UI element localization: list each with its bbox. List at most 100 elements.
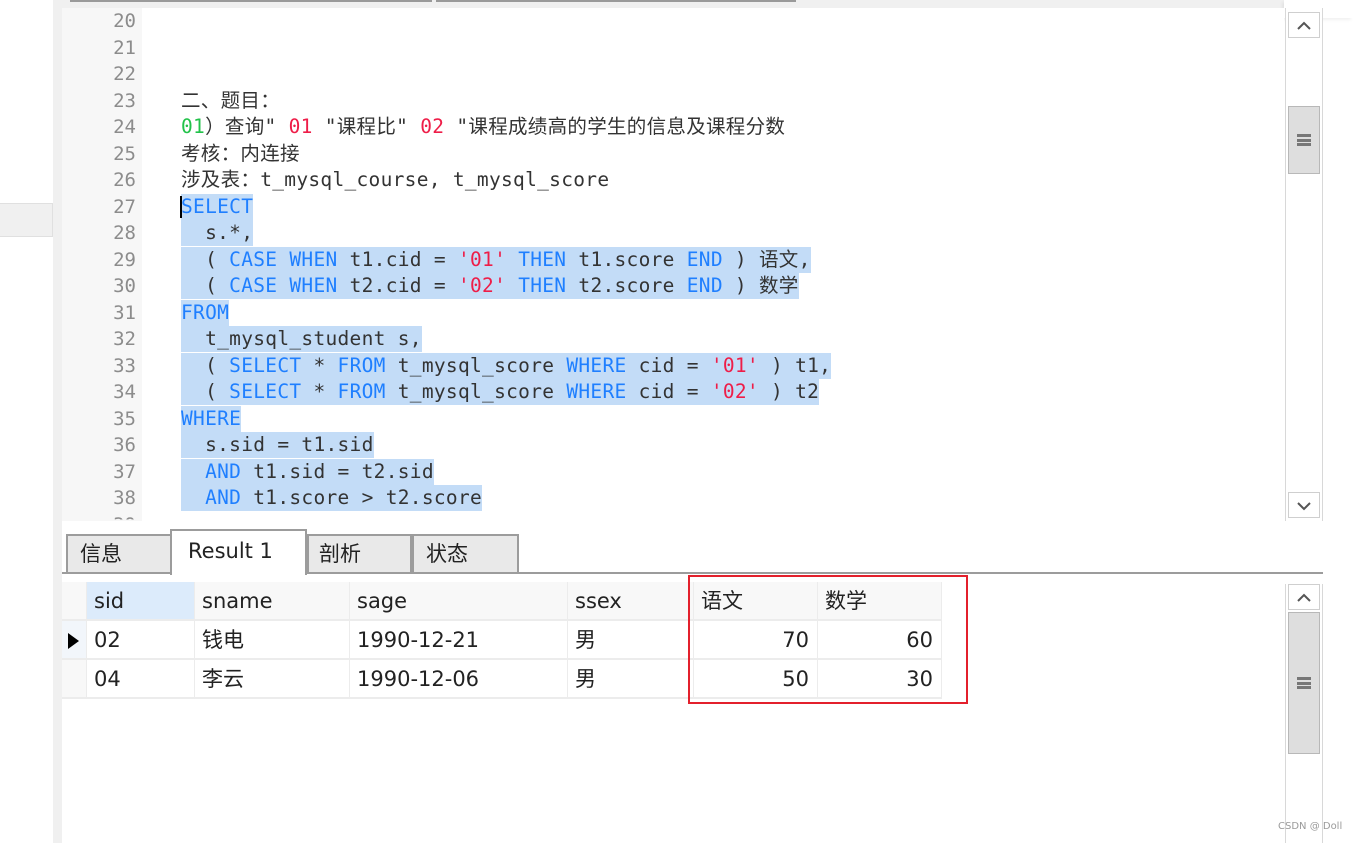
code-token: ( xyxy=(181,353,230,377)
line-number: 23 xyxy=(113,89,136,112)
code-token: t1.sid = t2.sid xyxy=(241,459,434,483)
code-line[interactable]: 27 SELECT xyxy=(62,193,1284,221)
code-line[interactable]: 39 xyxy=(62,512,1284,520)
sql-editor[interactable]: 20 21 22 23 二、题目： 24 01）查询" 01 "课程比" 02 "课程成绩高… xyxy=(62,8,1284,521)
editor-vertical-scrollbar[interactable] xyxy=(1285,8,1323,521)
annotation-highlight-box xyxy=(688,575,968,704)
code-text: WHERE xyxy=(181,405,242,432)
column-header-ssex[interactable]: ssex xyxy=(568,582,694,621)
table-cell[interactable]: 1990-12-21 xyxy=(350,621,568,660)
scroll-up-button[interactable] xyxy=(1288,584,1320,610)
sql-string: '01' xyxy=(457,247,507,271)
code-token: ）查询" xyxy=(205,115,289,138)
table-cell[interactable]: 1990-12-06 xyxy=(350,660,568,699)
line-number: 24 xyxy=(113,116,136,138)
code-token: 涉及表：t_mysql_course, t_mysql_score xyxy=(181,168,610,191)
code-line[interactable]: 37 AND t1.sid = t2.sid xyxy=(62,458,1284,486)
result-grid[interactable]: sid sname sage ssex 语文 数学 02 钱电 1990-12-… xyxy=(62,574,1284,843)
row-indicator[interactable] xyxy=(62,621,87,660)
code-token: 02 xyxy=(420,115,445,138)
column-header-sname[interactable]: sname xyxy=(195,582,350,621)
table-cell[interactable]: 男 xyxy=(568,621,694,660)
code-text: ( SELECT * FROM t_mysql_score WHERE cid … xyxy=(181,352,832,379)
table-cell[interactable]: 男 xyxy=(568,660,694,699)
tab-label: Result 1 xyxy=(188,539,273,563)
code-token: t1.cid = xyxy=(337,247,458,271)
code-line[interactable]: 38 AND t1.score > t2.score xyxy=(62,485,1284,512)
chevron-up-icon xyxy=(1297,593,1311,602)
code-text: ( SELECT * FROM t_mysql_score WHERE cid … xyxy=(181,379,820,405)
code-line[interactable]: 31 FROM xyxy=(62,299,1284,327)
code-token: t2.cid = xyxy=(337,274,458,297)
line-number: 28 xyxy=(113,222,136,244)
left-panel-item[interactable] xyxy=(0,203,53,237)
code-line[interactable]: 35 WHERE xyxy=(62,405,1284,433)
code-text: s.*, xyxy=(181,220,254,246)
code-line[interactable]: 26 涉及表：t_mysql_course, t_mysql_score xyxy=(62,167,1284,194)
scroll-thumb[interactable] xyxy=(1288,106,1320,174)
code-line[interactable]: 22 xyxy=(62,61,1284,88)
code-token: ) t2 xyxy=(758,380,820,403)
code-line[interactable]: 29 ( CASE WHEN t1.cid = '01' THEN t1.sco… xyxy=(62,246,1284,274)
tab-label: 状态 xyxy=(426,542,468,566)
code-token: ) 语文, xyxy=(722,247,811,271)
code-line[interactable]: 20 xyxy=(62,8,1284,35)
scroll-up-button[interactable] xyxy=(1288,12,1320,38)
code-line[interactable]: 24 01）查询" 01 "课程比" 02 "课程成绩高的学生的信息及课程分数 xyxy=(62,114,1284,141)
code-line[interactable]: 32 t_mysql_student s, xyxy=(62,326,1284,353)
sql-keyword: WHERE xyxy=(181,406,242,430)
code-token: cid = xyxy=(626,353,711,377)
column-header-sid[interactable]: sid xyxy=(87,582,195,621)
sql-string: '02' xyxy=(457,274,507,297)
code-text: t_mysql_student s, xyxy=(181,326,422,352)
row-indicator[interactable] xyxy=(62,660,87,699)
code-token: 01 xyxy=(181,115,206,138)
code-token: t1.score > t2.score xyxy=(241,486,483,509)
code-token: 01 xyxy=(288,115,313,138)
code-line[interactable]: 21 xyxy=(62,35,1284,62)
sql-keyword: SELECT xyxy=(229,353,302,377)
code-token: ) 数学 xyxy=(722,274,799,297)
sql-keyword: WHEN xyxy=(289,247,338,271)
sql-string: '02' xyxy=(710,380,759,403)
code-line[interactable]: 34 ( SELECT * FROM t_mysql_score WHERE c… xyxy=(62,379,1284,406)
scroll-down-button[interactable] xyxy=(1288,492,1320,518)
scroll-thumb[interactable] xyxy=(1288,612,1320,754)
sql-keyword: END xyxy=(686,247,723,271)
table-cell[interactable]: 钱电 xyxy=(195,621,350,660)
code-text: SELECT xyxy=(180,193,254,220)
code-line[interactable]: 30 ( CASE WHEN t2.cid = '02' THEN t2.sco… xyxy=(62,273,1284,300)
top-tab-edge[interactable] xyxy=(70,0,432,2)
line-number: 22 xyxy=(113,63,136,85)
table-cell[interactable]: 李云 xyxy=(195,660,350,699)
code-text: FROM xyxy=(181,299,230,326)
sql-keyword: END xyxy=(686,274,723,297)
code-line[interactable]: 23 二、题目： xyxy=(62,88,1284,115)
code-token: * xyxy=(301,353,338,377)
sql-keyword: AND xyxy=(205,486,242,509)
table-cell[interactable]: 02 xyxy=(87,621,195,660)
tab-status[interactable]: 状态 xyxy=(412,534,519,573)
code-line[interactable]: 36 s.sid = t1.sid xyxy=(62,432,1284,459)
sql-keyword: FROM xyxy=(337,380,386,403)
code-token: ) t1, xyxy=(758,353,832,377)
table-cell[interactable]: 04 xyxy=(87,660,195,699)
tab-result-1[interactable]: Result 1 xyxy=(170,529,307,575)
sql-keyword: THEN xyxy=(518,274,567,297)
code-line[interactable]: 28 s.*, xyxy=(62,220,1284,247)
top-tab-edge[interactable] xyxy=(436,0,796,2)
column-header-sage[interactable]: sage xyxy=(350,582,568,621)
sql-keyword: FROM xyxy=(181,300,230,324)
code-text: s.sid = t1.sid xyxy=(181,432,374,458)
grid-vertical-scrollbar[interactable] xyxy=(1285,584,1323,843)
code-line[interactable]: 33 ( SELECT * FROM t_mysql_score WHERE c… xyxy=(62,352,1284,380)
line-number: 38 xyxy=(113,487,136,509)
tab-profile[interactable]: 剖析 xyxy=(307,534,412,573)
code-line[interactable]: 25 考核：内连接 xyxy=(62,141,1284,168)
line-number: 36 xyxy=(113,434,136,456)
code-token: 考核：内连接 xyxy=(181,141,300,165)
tab-info[interactable]: 信息 xyxy=(66,534,172,573)
code-token: cid = xyxy=(626,380,711,403)
